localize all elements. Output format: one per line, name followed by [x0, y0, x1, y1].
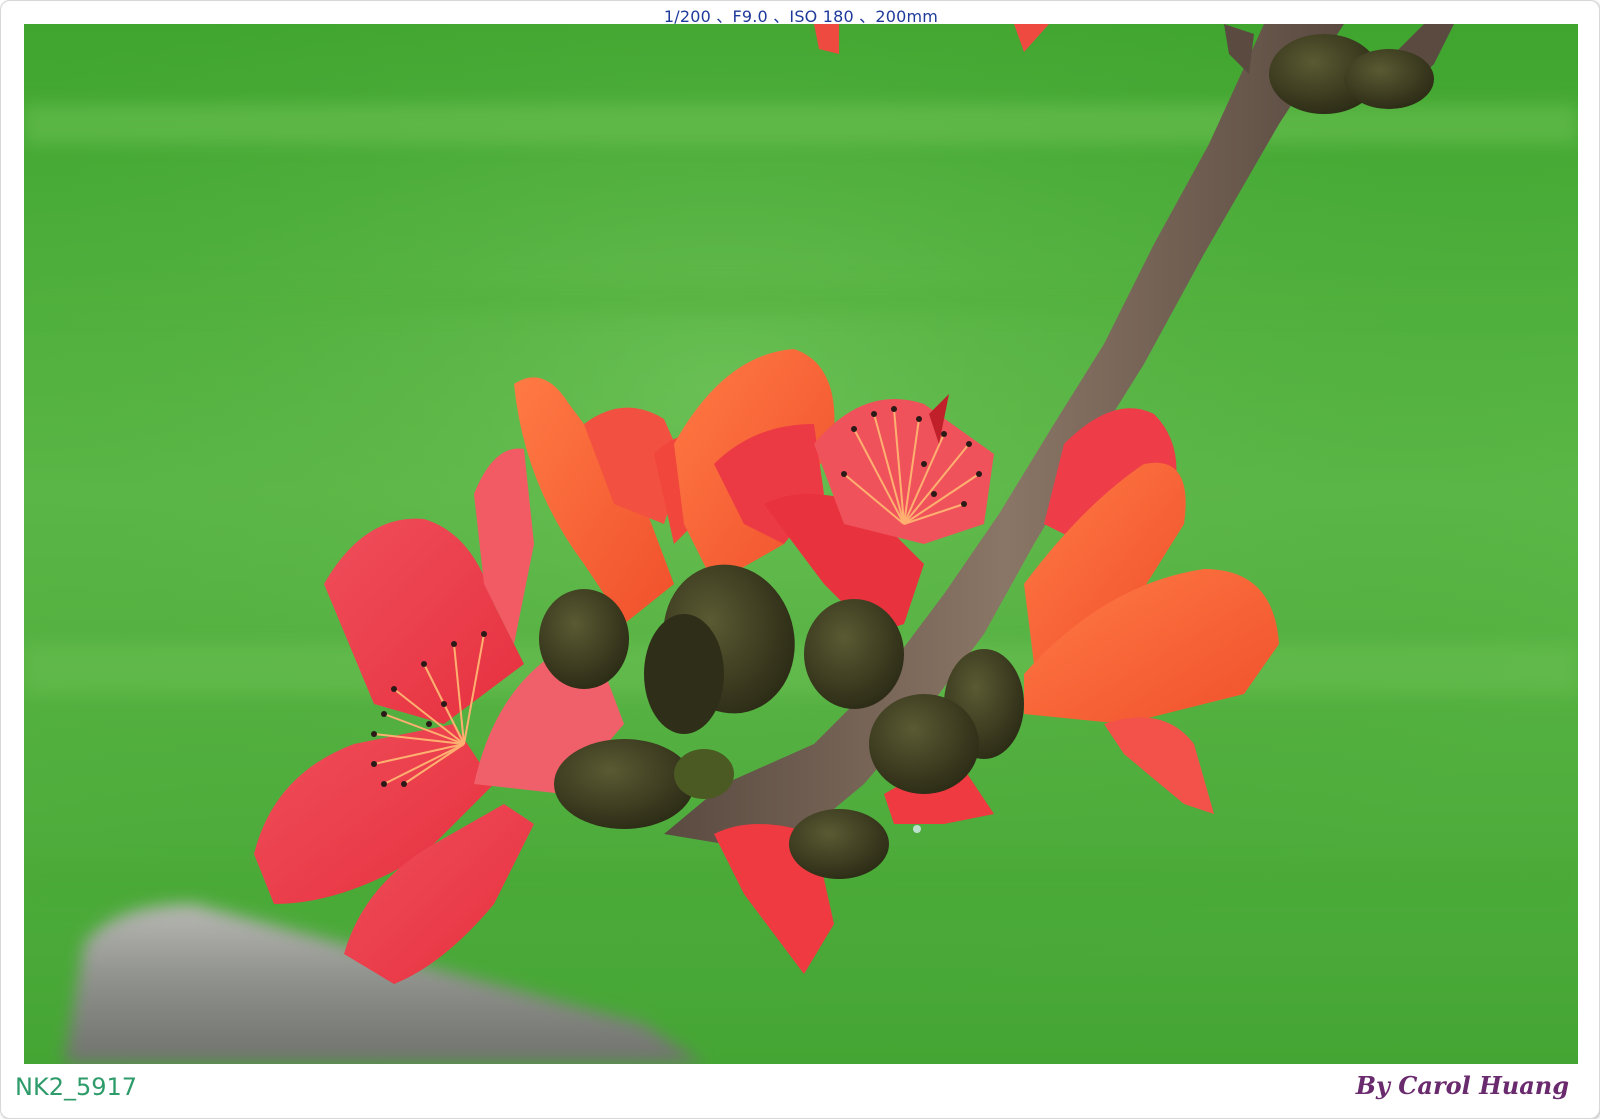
photo-frame: 1/200 、F9.0 、ISO 180 、200mm NK2_5917 By …	[0, 0, 1600, 1119]
photographer-credit: By Carol Huang	[1355, 1071, 1569, 1100]
file-id: NK2_5917	[15, 1073, 138, 1101]
flower-illustration	[24, 24, 1578, 1064]
photo	[24, 24, 1578, 1064]
